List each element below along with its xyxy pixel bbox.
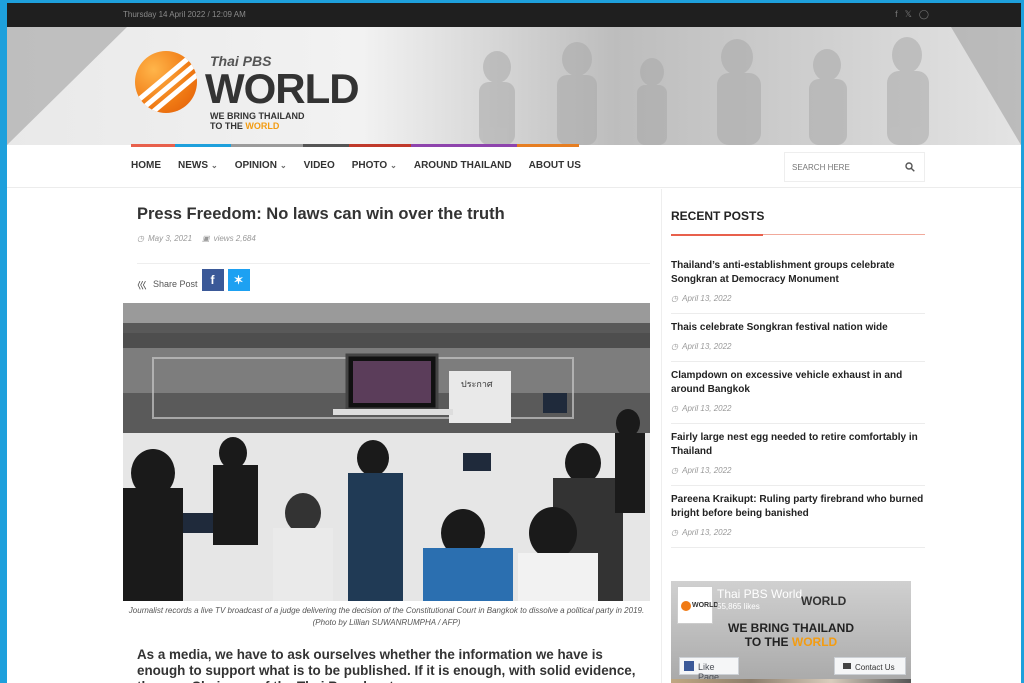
logo-tagline: WE BRING THAILAND TO THE WORLD [210, 111, 305, 131]
recent-post-date: ◷ April 13, 2022 [671, 294, 732, 303]
current-date: Thursday 14 April 2022 / 12:09 AM [123, 10, 246, 19]
divider-line [671, 423, 925, 424]
recent-posts-title: RECENT POSTS [671, 209, 765, 223]
fb-page-avatar[interactable]: WORLD [677, 586, 718, 624]
content-area: Press Freedom: No laws can win over the … [7, 189, 1021, 683]
clock-icon: ◷ [671, 528, 678, 537]
twitter-icon[interactable]: 𝕏 [905, 9, 912, 20]
facebook-icon [684, 661, 694, 671]
clock-icon: ◷ [671, 404, 678, 413]
recent-post-item[interactable]: Thailand’s anti-establishment groups cel… [671, 259, 925, 314]
logo-mark-icon [135, 51, 197, 113]
logo-world-text: WORLD [205, 65, 360, 112]
recent-post-date: ◷ April 13, 2022 [671, 404, 732, 413]
facebook-icon[interactable]: f [895, 9, 898, 20]
chevron-down-icon: ⌄ [279, 161, 287, 170]
nav-menu: HOME NEWS ⌄ OPINION ⌄ VIDEO PHOTO ⌄ AROUND … [131, 160, 598, 171]
column-divider [661, 189, 662, 683]
social-links: f 𝕏 ◯ [895, 9, 929, 20]
fb-contact-button[interactable]: Contact Us [834, 657, 906, 675]
site-logo[interactable]: Thai PBS WORLD WE BRING THAILAND TO THE … [135, 49, 360, 139]
logo-tagline-line1: WE BRING THAILAND [210, 111, 305, 121]
fb-feed-preview [671, 679, 911, 683]
nav-item-home[interactable]: HOME [131, 160, 161, 171]
share-label: Share Post [153, 279, 198, 289]
top-bar: Thursday 14 April 2022 / 12:09 AM f 𝕏 ◯ [7, 3, 1021, 27]
clock-icon: ◷ [137, 234, 144, 243]
article-photo: ประกาศ [123, 303, 650, 601]
recent-post-item[interactable]: Pareena Kraikupt: Ruling party firebrand… [671, 493, 925, 548]
nav-item-photo[interactable]: PHOTO ⌄ [352, 160, 397, 171]
recent-post-title[interactable]: Thailand’s anti-establishment groups cel… [671, 259, 925, 287]
envelope-icon [843, 663, 851, 669]
nav-item-about-us[interactable]: ABOUT US [529, 160, 581, 171]
nav-item-video[interactable]: VIDEO [304, 160, 335, 171]
article-meta: ◷ May 3, 2021 ▣ views 2,684 [137, 234, 256, 243]
recent-post-date: ◷ April 13, 2022 [671, 466, 732, 475]
banner-crowd-image [479, 37, 929, 145]
recent-post-title[interactable]: Thais celebrate Songkran festival nation… [671, 321, 925, 335]
clock-icon: ◷ [671, 342, 678, 351]
nav-item-around-thailand[interactable]: AROUND THAILAND [414, 160, 512, 171]
search-input[interactable]: SEARCH HERE [784, 152, 925, 182]
divider-line [671, 313, 925, 314]
share-facebook-button[interactable]: f [201, 269, 224, 291]
fb-cover-tagline: WE BRING THAILAND TO THE WORLD [728, 621, 854, 649]
divider-line [671, 547, 925, 548]
nav-item-news[interactable]: NEWS ⌄ [178, 160, 218, 171]
banner-decoration [951, 27, 1021, 145]
browser-frame: Thursday 14 April 2022 / 12:09 AM f 𝕏 ◯ … [0, 0, 1024, 683]
logo-tagline-accent: WORLD [245, 121, 280, 131]
fb-page-likes: 55,865 likes [717, 602, 760, 611]
share-bar: ⼮ Share Post f ✶ [137, 269, 250, 295]
article-date: May 3, 2021 [147, 234, 193, 243]
header-banner: Thai PBS WORLD WE BRING THAILAND TO THE … [7, 27, 1021, 145]
recent-post-item[interactable]: Clampdown on excessive vehicle exhaust i… [671, 369, 925, 424]
recent-post-item[interactable]: Fairly large nest egg needed to retire c… [671, 431, 925, 486]
divider-line [137, 263, 650, 264]
share-icon: ⼮ [137, 280, 147, 292]
share-twitter-button[interactable]: ✶ [227, 269, 250, 291]
photo-caption: Journalist records a live TV broadcast o… [128, 606, 645, 627]
recent-post-date: ◷ April 13, 2022 [671, 528, 732, 537]
logo-tagline-line2: TO THE WORLD [210, 121, 305, 131]
instagram-icon[interactable]: ◯ [919, 9, 929, 20]
search-icon[interactable] [905, 162, 915, 172]
recent-post-title[interactable]: Clampdown on excessive vehicle exhaust i… [671, 369, 925, 397]
clock-icon: ◷ [671, 466, 678, 475]
clock-icon: ◷ [671, 294, 678, 303]
logo-mark-icon [681, 601, 691, 611]
nav-item-opinion[interactable]: OPINION ⌄ [235, 160, 287, 171]
divider-line [671, 485, 925, 486]
recent-post-title[interactable]: Fairly large nest egg needed to retire c… [671, 431, 925, 459]
chevron-down-icon: ⌄ [390, 161, 397, 170]
recent-post-date: ◷ April 13, 2022 [671, 342, 732, 351]
recent-post-item[interactable]: Thais celebrate Songkran festival nation… [671, 321, 925, 362]
recent-post-title[interactable]: Pareena Kraikupt: Ruling party firebrand… [671, 493, 925, 521]
article-views: views 2,684 [213, 234, 256, 243]
divider-line [671, 361, 925, 362]
logo-tagline-prefix: TO THE [210, 121, 243, 131]
main-nav: HOME NEWS ⌄ OPINION ⌄ VIDEO PHOTO ⌄ AROUND … [7, 147, 1021, 188]
views-icon: ▣ [202, 234, 210, 243]
chevron-down-icon: ⌄ [211, 161, 218, 170]
photo-sign-text: ประกาศ [461, 379, 493, 389]
article-title: Press Freedom: No laws can win over the … [137, 205, 505, 223]
fb-page-name[interactable]: Thai PBS World [717, 587, 802, 601]
facebook-page-widget[interactable]: WORLD Thai PBS World 55,865 likes WORLD … [671, 581, 911, 683]
fb-cover-logo: WORLD [801, 594, 847, 608]
search-placeholder: SEARCH HERE [792, 163, 850, 172]
fb-like-page-button[interactable]: Like Page [679, 657, 739, 682]
article-body: As a media, we have to ask ourselves whe… [137, 647, 636, 683]
banner-decoration [7, 27, 127, 145]
recent-posts-underline-accent [671, 234, 763, 236]
